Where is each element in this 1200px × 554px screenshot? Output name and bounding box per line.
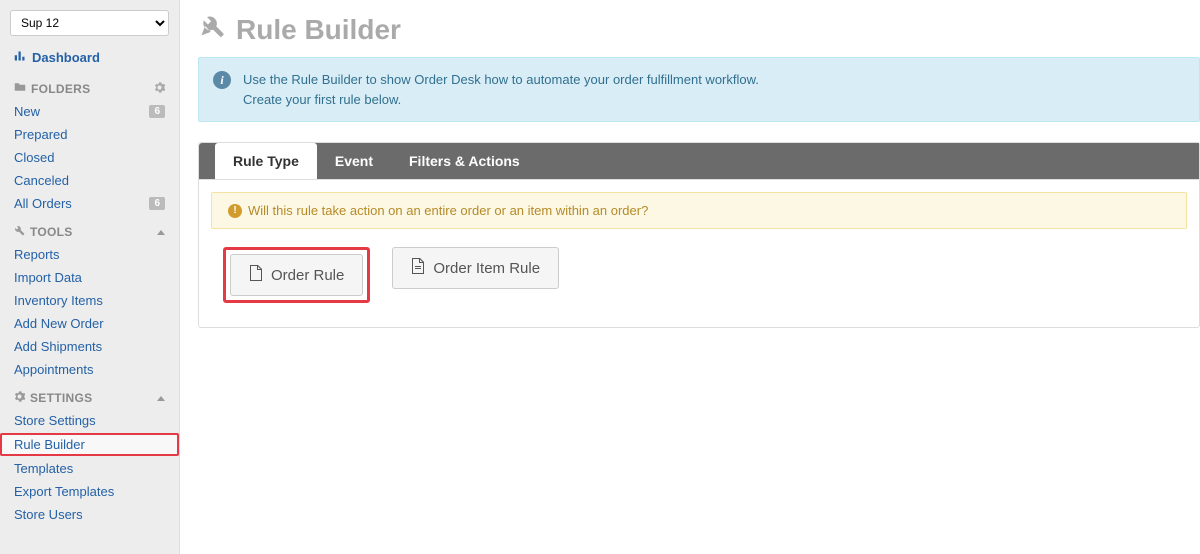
sidebar-item-label: Store Settings [14,413,96,428]
sidebar-item-label: Prepared [14,127,67,142]
info-box: i Use the Rule Builder to show Order Des… [198,57,1200,122]
sidebar-item-new[interactable]: New 6 [0,100,179,123]
tools-header: TOOLS [0,215,179,243]
collapse-icon[interactable] [157,230,165,235]
sidebar-item-export-templates[interactable]: Export Templates [0,480,179,503]
info-icon: i [213,71,231,89]
sidebar-item-templates[interactable]: Templates [0,457,179,480]
sidebar-item-reports[interactable]: Reports [0,243,179,266]
order-item-rule-label: Order Item Rule [433,260,540,277]
info-line1: Use the Rule Builder to show Order Desk … [243,70,759,90]
sidebar-item-store-settings[interactable]: Store Settings [0,409,179,432]
count-badge: 6 [149,105,165,118]
page-title: Rule Builder [198,12,1200,47]
sidebar-item-label: All Orders [14,196,72,211]
order-item-rule-wrap: Order Item Rule [392,247,559,303]
gear-icon[interactable] [154,82,165,96]
rule-panel: Rule Type Event Filters & Actions ! Will… [198,142,1200,328]
wrench-icon [14,225,25,239]
order-item-rule-button[interactable]: Order Item Rule [392,247,559,289]
order-rule-highlight: Order Rule [223,247,370,303]
collapse-icon[interactable] [157,396,165,401]
folder-icon [14,81,26,96]
tools-header-label: TOOLS [30,225,73,239]
order-rule-label: Order Rule [271,267,344,284]
settings-header-label: SETTINGS [30,391,92,405]
sidebar-item-label: Export Templates [14,484,114,499]
sidebar-item-canceled[interactable]: Canceled [0,169,179,192]
sidebar-item-label: Closed [14,150,54,165]
sidebar-item-label: Import Data [14,270,82,285]
tabs: Rule Type Event Filters & Actions [199,143,1199,180]
file-icon [411,258,425,278]
sidebar-item-label: Reports [14,247,60,262]
tab-rule-type[interactable]: Rule Type [215,143,317,179]
sidebar-item-label: Add Shipments [14,339,102,354]
sidebar: Sup 12 Dashboard FOLDERS New 6 Prepared … [0,0,180,554]
sidebar-item-label: Add New Order [14,316,104,331]
sidebar-item-label: Templates [14,461,73,476]
page-title-text: Rule Builder [236,14,401,46]
store-selector: Sup 12 [10,10,169,36]
sidebar-item-add-shipments[interactable]: Add Shipments [0,335,179,358]
main-content: Rule Builder i Use the Rule Builder to s… [180,0,1200,554]
sidebar-item-closed[interactable]: Closed [0,146,179,169]
gear-icon [14,391,25,405]
rule-button-row: Order Rule Order Item Rule [199,247,1199,327]
sidebar-item-label: Appointments [14,362,94,377]
sidebar-item-label: Store Users [14,507,83,522]
dashboard-link[interactable]: Dashboard [0,44,179,71]
folders-header-label: FOLDERS [31,82,90,96]
sidebar-item-label: New [14,104,40,119]
count-badge: 6 [149,197,165,210]
file-icon [249,265,263,285]
folders-header: FOLDERS [0,71,179,100]
tools-icon [198,12,226,47]
sidebar-item-all-orders[interactable]: All Orders 6 [0,192,179,215]
tab-filters-actions[interactable]: Filters & Actions [391,143,538,179]
sidebar-item-prepared[interactable]: Prepared [0,123,179,146]
sidebar-item-import-data[interactable]: Import Data [0,266,179,289]
dashboard-icon [14,50,26,65]
sidebar-item-add-order[interactable]: Add New Order [0,312,179,335]
store-select[interactable]: Sup 12 [10,10,169,36]
sidebar-item-label: Inventory Items [14,293,103,308]
warning-icon: ! [228,204,242,218]
info-line2: Create your first rule below. [243,90,759,110]
settings-header: SETTINGS [0,381,179,409]
order-rule-button[interactable]: Order Rule [230,254,363,296]
warning-text: Will this rule take action on an entire … [248,203,648,218]
sidebar-item-inventory[interactable]: Inventory Items [0,289,179,312]
sidebar-item-rule-builder[interactable]: Rule Builder [0,433,179,456]
sidebar-item-label: Canceled [14,173,69,188]
tab-event[interactable]: Event [317,143,391,179]
warning-bar: ! Will this rule take action on an entir… [211,192,1187,229]
sidebar-item-store-users[interactable]: Store Users [0,503,179,526]
dashboard-label: Dashboard [32,50,100,65]
sidebar-item-appointments[interactable]: Appointments [0,358,179,381]
sidebar-item-label: Rule Builder [14,437,85,452]
